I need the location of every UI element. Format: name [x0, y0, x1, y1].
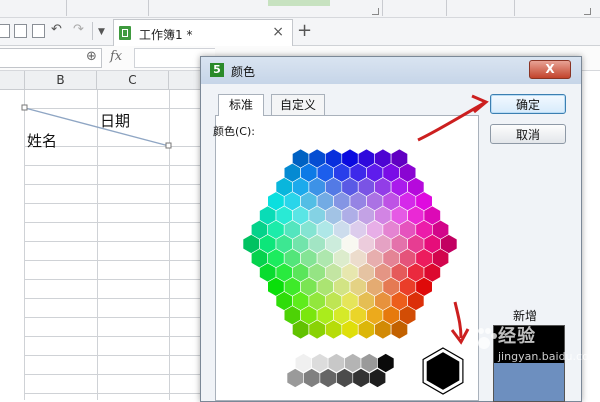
watermark-url: jingyan.baidu.com [498, 350, 600, 363]
baidu-paw-icon [472, 328, 497, 349]
watermark-text: 经验 [498, 326, 536, 347]
annotation-arrow-ok [417, 101, 485, 142]
annotation-arrow-black [453, 301, 463, 339]
tab-standard[interactable]: 标准 [218, 94, 264, 116]
